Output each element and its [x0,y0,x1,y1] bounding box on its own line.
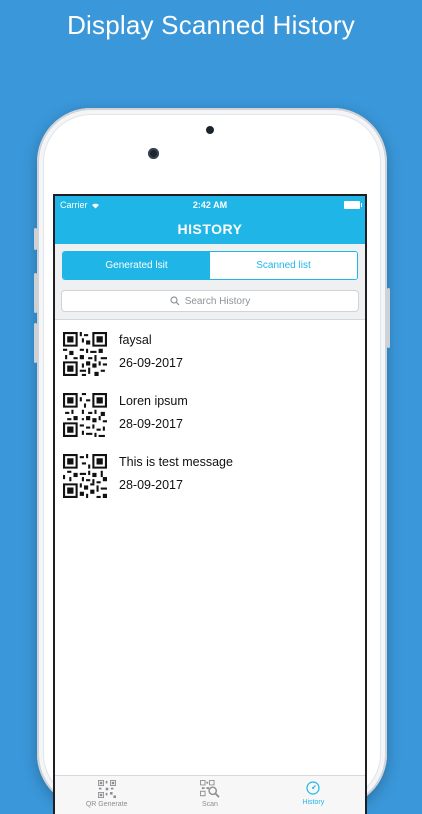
item-title: Loren ipsum [119,394,188,408]
front-camera [148,148,159,159]
item-text: faysal 26-09-2017 [119,328,183,370]
list-item[interactable]: faysal 26-09-2017 [55,328,365,389]
item-title: This is test message [119,455,233,469]
list-item[interactable]: This is test message 28-09-2017 [55,450,365,511]
item-date: 26-09-2017 [119,356,183,370]
segment-generated-list[interactable]: Generated lsit [63,252,210,279]
battery-icon [344,201,362,209]
tab-scan-label: Scan [202,801,218,808]
tab-scan[interactable]: Scan [158,776,261,814]
tab-qr-generate[interactable]: QR Generate [55,776,158,814]
item-title: faysal [119,333,152,347]
segment-scanned-list[interactable]: Scanned list [210,252,357,279]
tab-history-label: History [302,799,325,806]
search-icon [170,296,180,306]
promo-title: Display Scanned History [67,10,355,40]
qr-code-icon [63,454,107,498]
search-placeholder: Search History [184,295,251,307]
segment-scanned-label: Scanned list [256,260,311,271]
list-segmented-control: Generated lsit Scanned list [62,251,358,280]
status-time: 2:42 AM [192,200,228,210]
power-button [387,288,390,348]
item-text: This is test message 28-09-2017 [119,450,233,492]
item-date: 28-09-2017 [119,417,183,431]
nav-bar: HISTORY [55,214,365,244]
page-title: HISTORY [177,221,243,237]
qr-code-icon [63,393,107,437]
tab-bar: QR Generate Scan History [55,775,365,814]
volume-down-button [34,323,37,363]
history-icon [306,781,320,795]
item-text: Loren ipsum 28-09-2017 [119,389,188,431]
search-bar-container: Search History [55,286,365,320]
status-bar: Carrier 2:42 AM [55,196,365,214]
proximity-sensor [206,126,214,134]
search-input[interactable]: Search History [61,290,359,312]
list-item[interactable]: Loren ipsum 28-09-2017 [55,389,365,450]
qr-icon [97,780,116,798]
history-list: faysal 26-09-2017 Loren ipsum 28-09-2017… [55,320,365,511]
phone-frame: Carrier 2:42 AM HISTORY Generated lsit S… [34,108,390,814]
segment-generated-label: Generated lsit [105,260,168,271]
tab-history[interactable]: History [262,776,365,814]
tab-qr-generate-label: QR Generate [85,801,128,808]
qr-code-icon [63,332,107,376]
app-screen: Carrier 2:42 AM HISTORY Generated lsit S… [53,194,367,814]
volume-up-button [34,273,37,313]
segment-container: Generated lsit Scanned list [55,244,365,286]
item-date: 28-09-2017 [119,478,183,492]
scan-icon [200,780,220,798]
mute-switch [34,228,37,250]
